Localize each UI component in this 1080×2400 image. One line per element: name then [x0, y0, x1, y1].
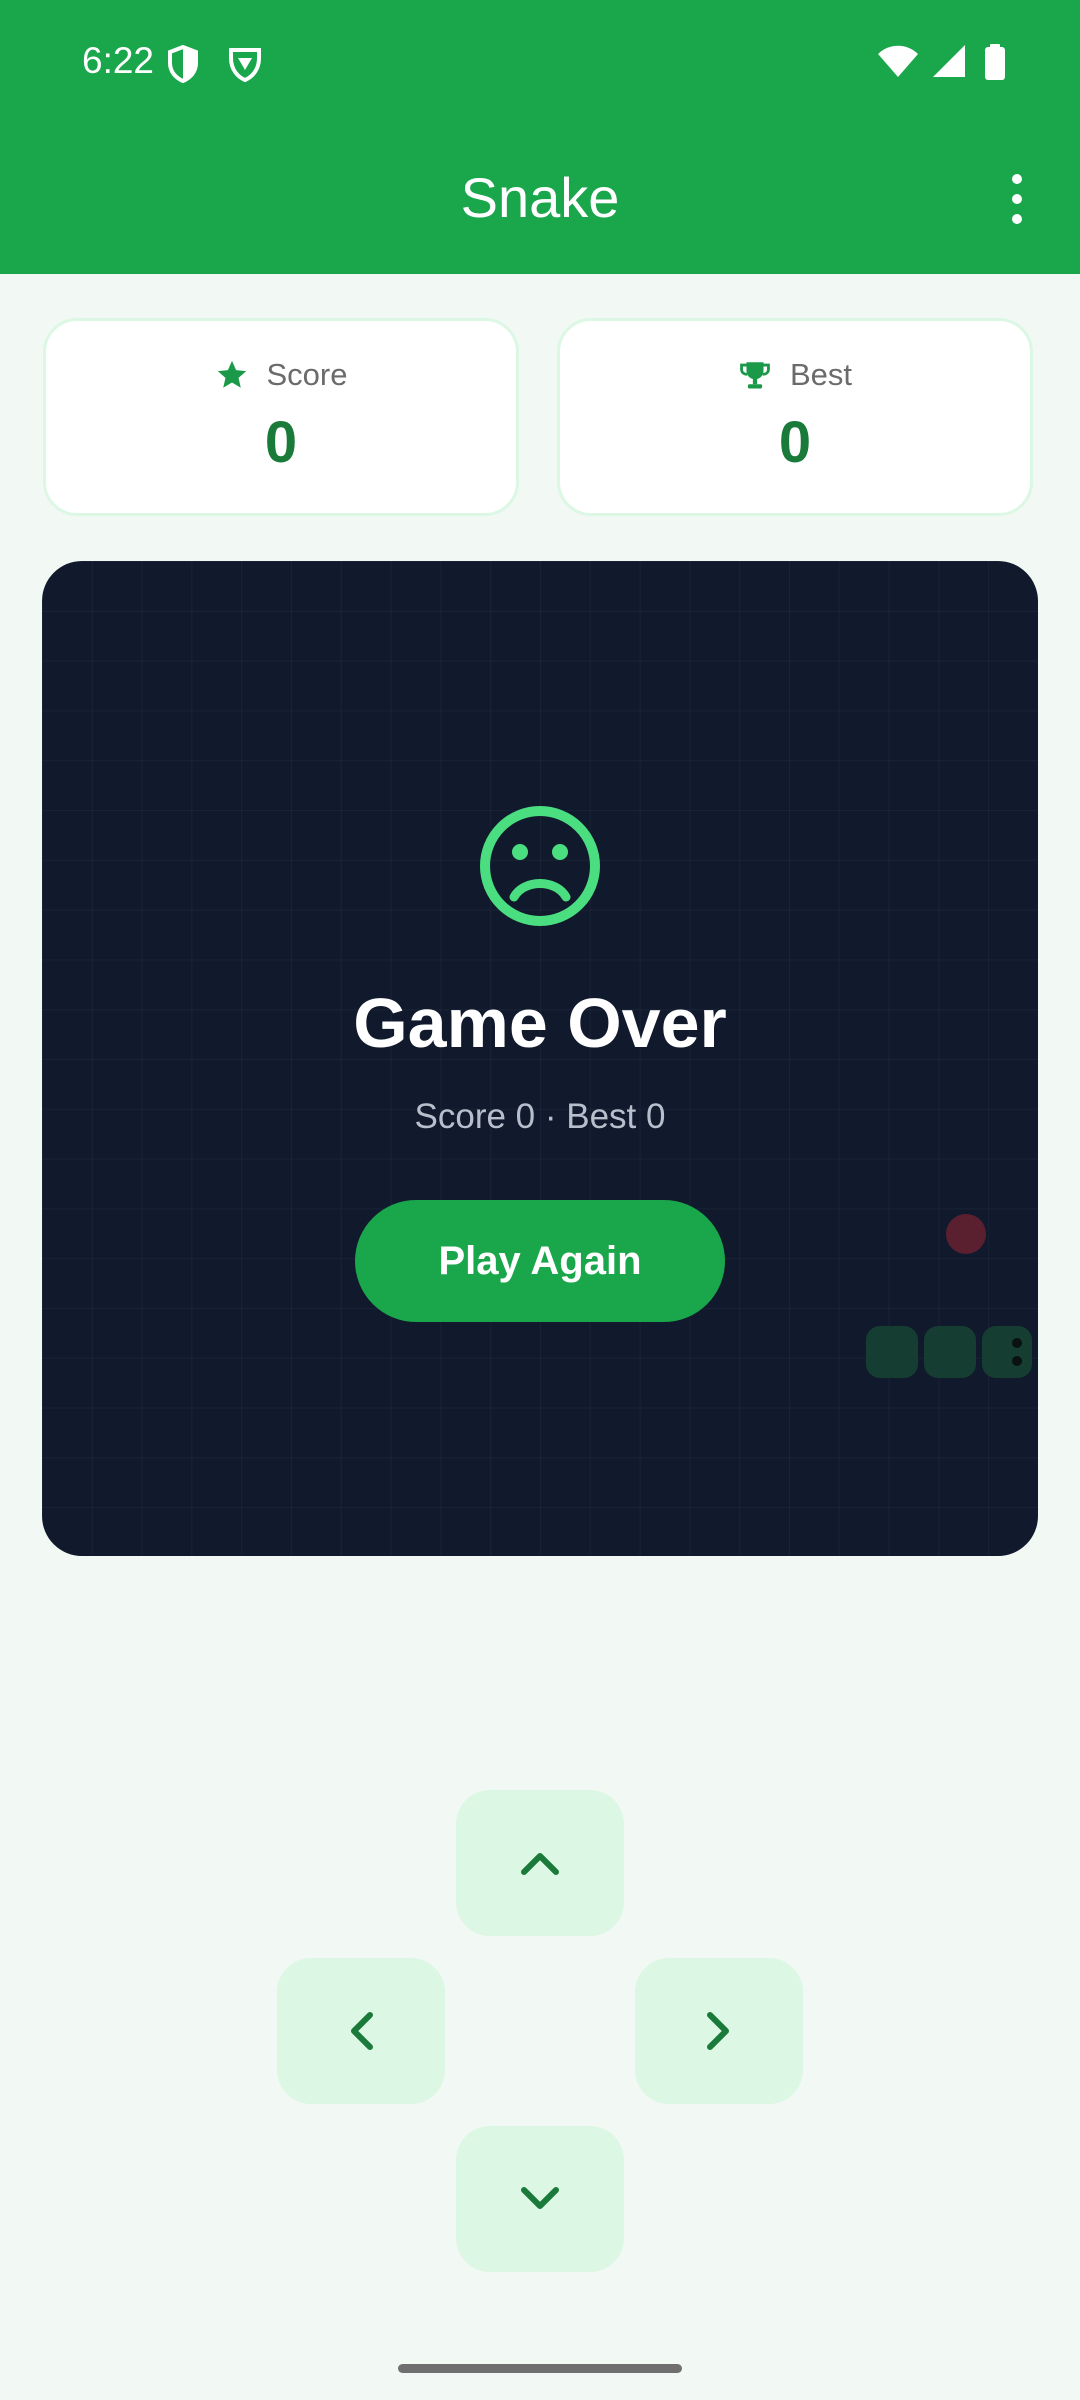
more-vert-icon[interactable]: [1000, 172, 1034, 226]
snake-segment: [924, 1326, 976, 1378]
app-title: Snake: [460, 166, 620, 229]
trophy-icon: [740, 362, 770, 389]
battery-icon: [985, 44, 1005, 80]
game-over-summary: Score 0 · Best 0: [414, 1097, 666, 1136]
snake-segment: [866, 1326, 918, 1378]
snake-head: [982, 1326, 1032, 1378]
score-label: Score: [266, 357, 348, 392]
snake-eye: [1012, 1356, 1022, 1366]
down-button[interactable]: [456, 2126, 624, 2272]
score-card: Score 0: [43, 318, 519, 516]
right-arrow-icon: [707, 2012, 729, 2050]
best-value: 0: [778, 410, 812, 475]
left-button[interactable]: [277, 1958, 445, 2104]
star-icon: [217, 360, 246, 388]
snake-eye: [1012, 1338, 1022, 1348]
signal-icon: [932, 45, 965, 77]
home-indicator[interactable]: [398, 2364, 682, 2373]
status-time: 6:22: [82, 40, 155, 81]
wifi-icon: [878, 45, 919, 77]
vpn-badge-icon: [229, 48, 262, 83]
status-icons-right: [877, 44, 1006, 80]
down-arrow-icon: [521, 2187, 559, 2209]
shield-icon: [168, 44, 198, 84]
status-icons-left: [166, 44, 264, 84]
left-arrow-icon: [351, 2012, 373, 2050]
sad-face-icon: [480, 806, 600, 926]
up-button[interactable]: [456, 1790, 624, 1936]
best-card: Best 0: [557, 318, 1033, 516]
up-arrow-icon: [521, 1853, 559, 1875]
right-button[interactable]: [635, 1958, 803, 2104]
score-value: 0: [264, 410, 298, 475]
app-bar: 6:22 Snake: [0, 0, 1080, 274]
game-over-title: Game Over: [353, 984, 727, 1062]
best-label: Best: [789, 357, 853, 392]
play-again-button[interactable]: Play Again: [355, 1200, 725, 1322]
food-pellet: [946, 1214, 986, 1254]
